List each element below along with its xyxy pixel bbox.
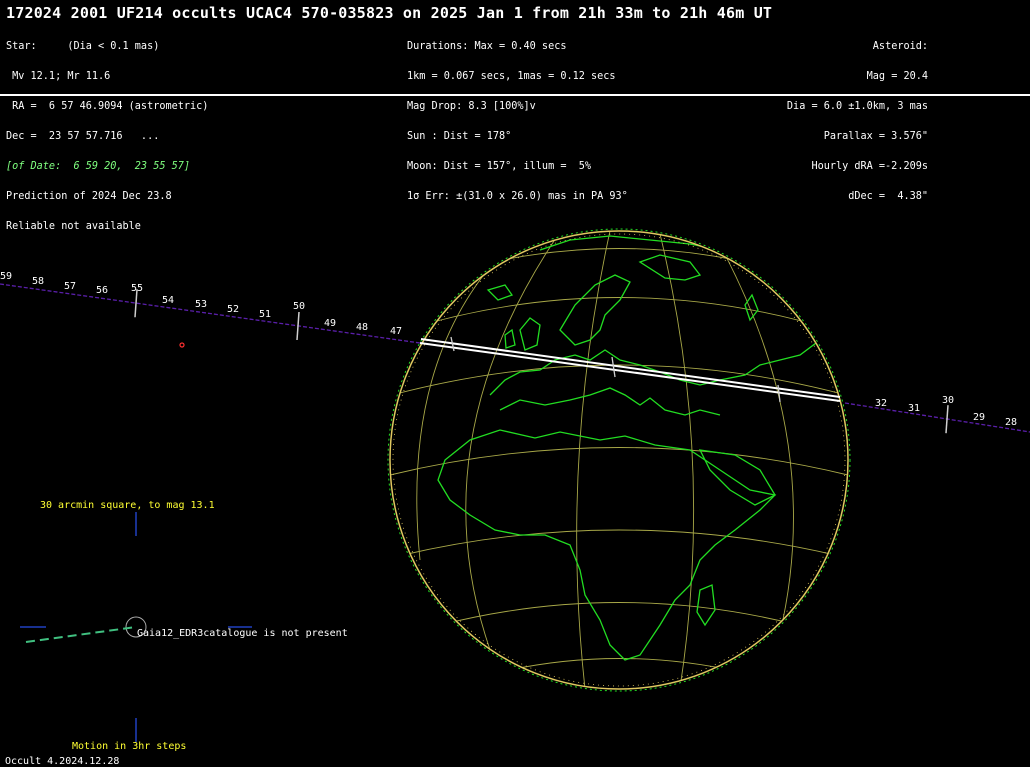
track-tick-label: 48 xyxy=(356,322,369,333)
track-tick-label: 47 xyxy=(390,326,403,337)
motion-inset xyxy=(20,512,252,742)
track-tick-label: 29 xyxy=(973,412,986,423)
track-tick-label: 50 xyxy=(293,301,306,312)
track-tick-label: 56 xyxy=(96,285,109,296)
track-tick-label: 31 xyxy=(908,403,921,414)
track-tick-label: 28 xyxy=(1005,417,1018,428)
track-tick-label: 52 xyxy=(227,304,240,315)
track-tick-label: 30 xyxy=(942,395,955,406)
track-tick-label: 53 xyxy=(195,299,208,310)
track-tick-label: 58 xyxy=(32,276,45,287)
motion-label: Motion in 3hr steps xyxy=(72,741,187,752)
track-tick-label: 51 xyxy=(259,309,272,320)
track-tick-label: 55 xyxy=(131,283,144,294)
track-tick-label: 54 xyxy=(162,295,175,306)
star-marker xyxy=(179,342,185,348)
track-tick-label: 49 xyxy=(324,318,337,329)
gaia-note: Gaia12_EDR3catalogue is not present xyxy=(137,628,348,639)
motion-line xyxy=(25,626,137,643)
earth-globe xyxy=(387,228,851,692)
version-label: Occult 4.2024.12.28 xyxy=(5,756,120,767)
track-tick-label: 59 xyxy=(0,271,13,282)
star-chart-label: 30 arcmin square, to mag 13.1 xyxy=(40,500,215,511)
track-tick-label: 32 xyxy=(875,398,888,409)
track-tick-label: 57 xyxy=(64,281,77,292)
occultation-map xyxy=(0,228,1030,742)
track-tick-mark xyxy=(945,405,949,434)
track-tick-mark xyxy=(296,311,300,341)
